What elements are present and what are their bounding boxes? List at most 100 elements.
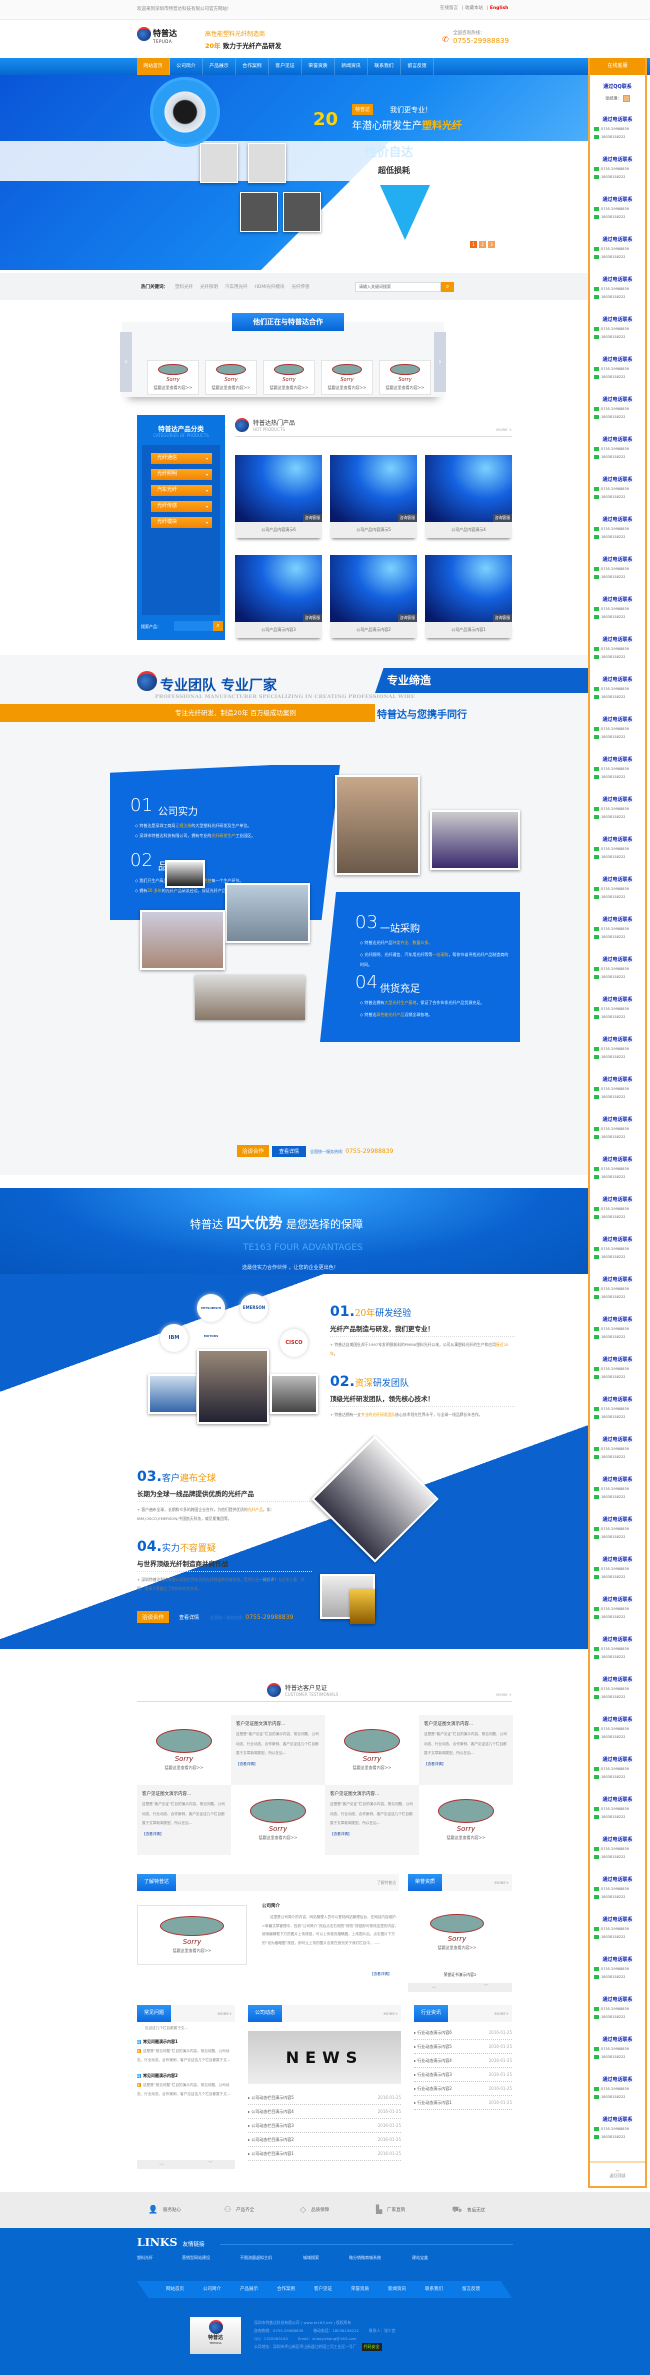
phone-number[interactable]: 0755-29988839 [590,727,645,731]
category-item[interactable]: 光纤传感 [151,501,212,512]
details-button[interactable]: 查看详情 [172,1612,207,1623]
tab-honors[interactable]: 荣誉资质 [408,1874,443,1891]
phone-number[interactable]: 18038158222 [590,2095,645,2099]
phone-number[interactable]: 18038158222 [590,415,645,419]
qq-chat-icon[interactable] [622,95,630,102]
phone-number[interactable]: 0755-29988839 [590,247,645,251]
phone-number[interactable]: 18038158222 [590,1695,645,1699]
list-item[interactable]: ▸ 行业动态演示内容5 2016-01-25 [414,2040,512,2054]
category-item[interactable]: 汽车光纤 [151,485,212,496]
back-to-top-button[interactable]: ︿ 返回顶部 [590,2161,645,2186]
phone-number[interactable]: 0755-29988839 [590,1567,645,1571]
site-logo[interactable]: 特普达 TEPUDA [137,25,177,53]
phone-number[interactable]: 18038158222 [590,1255,645,1259]
phone-number[interactable]: 18038158222 [590,215,645,219]
phone-number[interactable]: 18038158222 [590,1495,645,1499]
phone-number[interactable]: 18038158222 [590,1215,645,1219]
phone-number[interactable]: 0755-29988839 [590,647,645,651]
phone-number[interactable]: 0755-29988839 [590,367,645,371]
more-link[interactable]: MORE + [496,1692,512,1697]
testimonial-more-link[interactable]: 【查看详情】 [330,1832,414,1837]
phone-number[interactable]: 18038158222 [590,175,645,179]
list-item[interactable]: ▸ 公司动态栏目演示内容3 2016-01-25 [248,2119,401,2133]
phone-number[interactable]: 18038158222 [590,1735,645,1739]
nav-item[interactable]: 新闻资讯 [335,58,368,75]
honor-image[interactable]: Sorry 猛戳这里查看内容>> [412,1905,502,1960]
phone-number[interactable]: 18038158222 [590,1015,645,1019]
phone-number[interactable]: 0755-29988839 [590,2127,645,2131]
bookmark-link[interactable]: 收藏本站 [465,6,483,11]
scroll-up-button[interactable]: ︿ [408,1983,460,1992]
tab-faq[interactable]: 常见问题 [137,2005,172,2022]
leave-message-link[interactable]: 在线留言 [440,6,458,11]
phone-number[interactable]: 0755-29988839 [590,1607,645,1611]
phone-number[interactable]: 18038158222 [590,1055,645,1059]
category-item[interactable]: 光纤通信 [151,453,212,464]
footer-nav-item[interactable]: 新闻资讯 [388,2286,406,2292]
nav-item[interactable]: 客户见证 [269,58,302,75]
phone-number[interactable]: 0755-29988839 [590,567,645,571]
category-item[interactable]: 光纤照明 [151,469,212,480]
partner-card[interactable]: Sorry 猛戳这里查看内容>> [147,360,199,395]
details-button[interactable]: 查看详情 [272,1146,307,1157]
phone-number[interactable]: 0755-29988839 [590,887,645,891]
phone-number[interactable]: 18038158222 [590,855,645,859]
phone-number[interactable]: 0755-29988839 [590,807,645,811]
phone-number[interactable]: 18038158222 [590,1375,645,1379]
list-item[interactable]: ▸ 公司动态栏目演示内容4 2016-01-25 [248,2105,401,2119]
scroll-down-button[interactable]: ﹀ [186,2160,235,2169]
phone-number[interactable]: 0755-29988839 [590,1527,645,1531]
product-card[interactable]: 咨询客服 公司产品内容演示4 [425,455,512,538]
product-card[interactable]: 咨询客服 公司产品内容演示5 [330,455,417,538]
more-link[interactable]: MORE+ [495,1880,509,1885]
consult-badge[interactable]: 咨询客服 [492,614,512,622]
product-card[interactable]: 咨询客服 公司产品内容演示6 [235,455,322,538]
phone-number[interactable]: 0755-29988839 [590,1207,645,1211]
phone-number[interactable]: 0755-29988839 [590,1127,645,1131]
list-item[interactable]: ▸ 公司动态栏目演示内容2 2016-01-25 [248,2133,401,2147]
more-link[interactable]: MORE + [496,427,512,432]
phone-number[interactable]: 0755-29988839 [590,1887,645,1891]
product-search-button[interactable]: ⌕ [213,621,223,631]
phone-number[interactable]: 0755-29988839 [590,487,645,491]
nav-item[interactable]: 公司简介 [170,58,203,75]
friend-link[interactable]: 营销型网站建设 [182,2255,210,2261]
phone-number[interactable]: 18038158222 [590,375,645,379]
phone-number[interactable]: 0755-29988839 [590,1407,645,1411]
talk-button[interactable]: 洽谈合作 [137,1611,170,1623]
phone-number[interactable]: 0755-29988839 [590,967,645,971]
phone-number[interactable]: 18038158222 [590,2055,645,2059]
testimonial-image[interactable]: Sorry 猛戳这里查看内容>> [231,1785,325,1855]
phone-number[interactable]: 0755-29988839 [590,1807,645,1811]
phone-number[interactable]: 18038158222 [590,1615,645,1619]
footer-nav-item[interactable]: 公司简介 [203,2286,221,2292]
phone-number[interactable]: 0755-29988839 [590,2007,645,2011]
phone-number[interactable]: 18038158222 [590,1775,645,1779]
phone-number[interactable]: 18038158222 [590,1135,645,1139]
consult-badge[interactable]: 咨询客服 [397,614,417,622]
footer-nav-item[interactable]: 网站首页 [166,2286,184,2292]
testimonial-title[interactable]: 客户见证图文演示内容... [236,1721,320,1727]
partner-card[interactable]: Sorry 猛戳这里查看内容>> [205,360,257,395]
list-item[interactable]: ▸ 行业动态演示内容3 2016-01-25 [414,2068,512,2082]
keyword-link[interactable]: 光纤传感 [292,285,310,290]
more-link[interactable]: MORE+ [495,2011,509,2016]
phone-number[interactable]: 0755-29988839 [590,407,645,411]
nav-item[interactable]: 网站首页 [137,58,170,75]
phone-number[interactable]: 18038158222 [590,1535,645,1539]
phone-number[interactable]: 18038158222 [590,535,645,539]
list-item[interactable]: ▸ 公司动态栏目演示内容1 2016-01-25 [248,2147,401,2161]
nav-item[interactable]: 联系我们 [368,58,401,75]
phone-number[interactable]: 0755-29988839 [590,1167,645,1171]
phone-number[interactable]: 18038158222 [590,895,645,899]
product-card[interactable]: 咨询客服 公司产品演示内容1 [425,555,512,638]
testimonial-more-link[interactable]: 【查看详情】 [424,1762,508,1767]
nav-item[interactable]: 合作案例 [236,58,269,75]
footer-nav-item[interactable]: 产品展示 [240,2286,258,2292]
phone-number[interactable]: 18038158222 [590,575,645,579]
phone-number[interactable]: 0755-29988839 [590,687,645,691]
footer-nav-item[interactable]: 荣誉资质 [351,2286,369,2292]
testimonial-image[interactable]: Sorry 猛戳这里查看内容>> [137,1715,231,1785]
faq-question[interactable]: 问 常见问题演示内容1 [137,2039,235,2045]
phone-number[interactable]: 18038158222 [590,335,645,339]
